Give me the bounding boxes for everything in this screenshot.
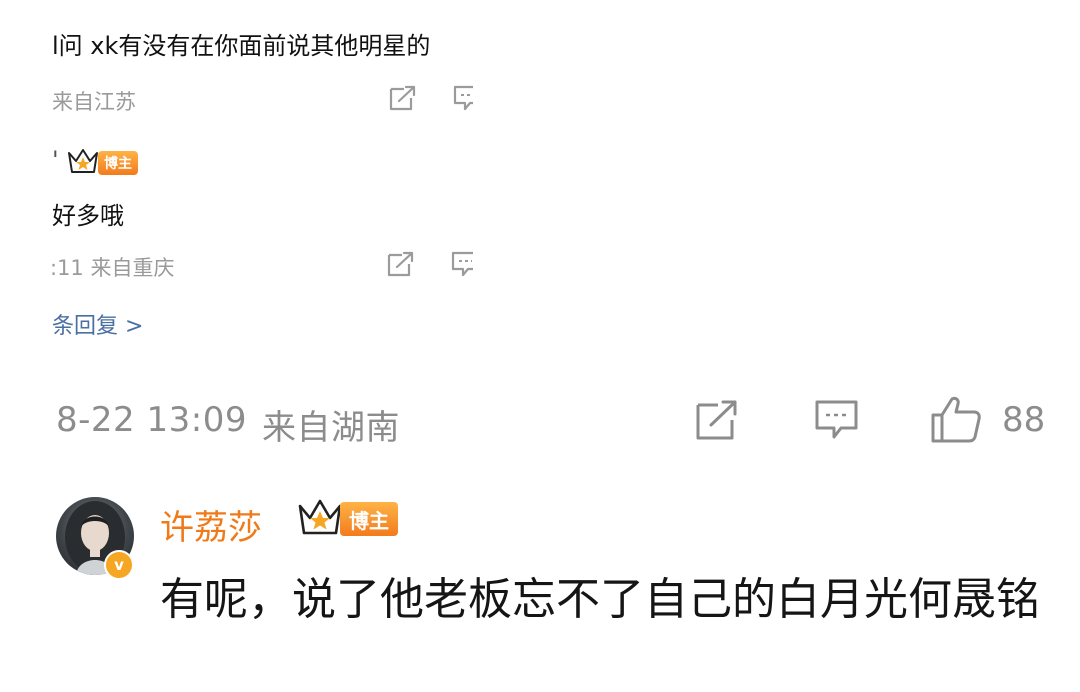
- more-replies-link[interactable]: 条回复 >: [52, 308, 143, 340]
- comment-icon[interactable]: [453, 84, 473, 114]
- comment-text: 有呢，说了他老板忘不了自己的白月光何晟铭: [160, 574, 1040, 625]
- verified-icon: v: [104, 550, 134, 580]
- author-badge: 博主: [296, 496, 398, 542]
- crown-icon: [296, 496, 344, 542]
- reply-meta: :11 来自重庆: [50, 256, 175, 280]
- share-icon[interactable]: [386, 250, 416, 278]
- like-icon[interactable]: [930, 394, 982, 444]
- like-count: 88: [1002, 400, 1046, 440]
- blogger-badge: 博主: [98, 151, 138, 175]
- reply-text: l问 xk有没有在你面前说其他明星的: [52, 32, 431, 60]
- comment-timestamp: 8-22 13:09: [56, 400, 247, 440]
- comment-icon[interactable]: [451, 250, 473, 280]
- share-icon[interactable]: [388, 84, 418, 112]
- reply-text: 好多哦: [52, 202, 124, 230]
- author-badge: 博主: [66, 146, 138, 180]
- blogger-badge: 博主: [340, 502, 398, 536]
- share-icon[interactable]: [694, 398, 740, 442]
- comment-username[interactable]: 许荔莎: [160, 500, 262, 549]
- nested-replies-panel: l问 xk有没有在你面前说其他明星的 来自江苏 ' 博主 好多哦 :11 来自重…: [0, 0, 473, 360]
- reply-meta: 来自江苏: [52, 90, 136, 114]
- comment-location: 来自湖南: [262, 408, 400, 448]
- reply-author-fragment: ': [52, 146, 59, 174]
- comment-icon[interactable]: [814, 398, 860, 444]
- crown-icon: [66, 146, 100, 180]
